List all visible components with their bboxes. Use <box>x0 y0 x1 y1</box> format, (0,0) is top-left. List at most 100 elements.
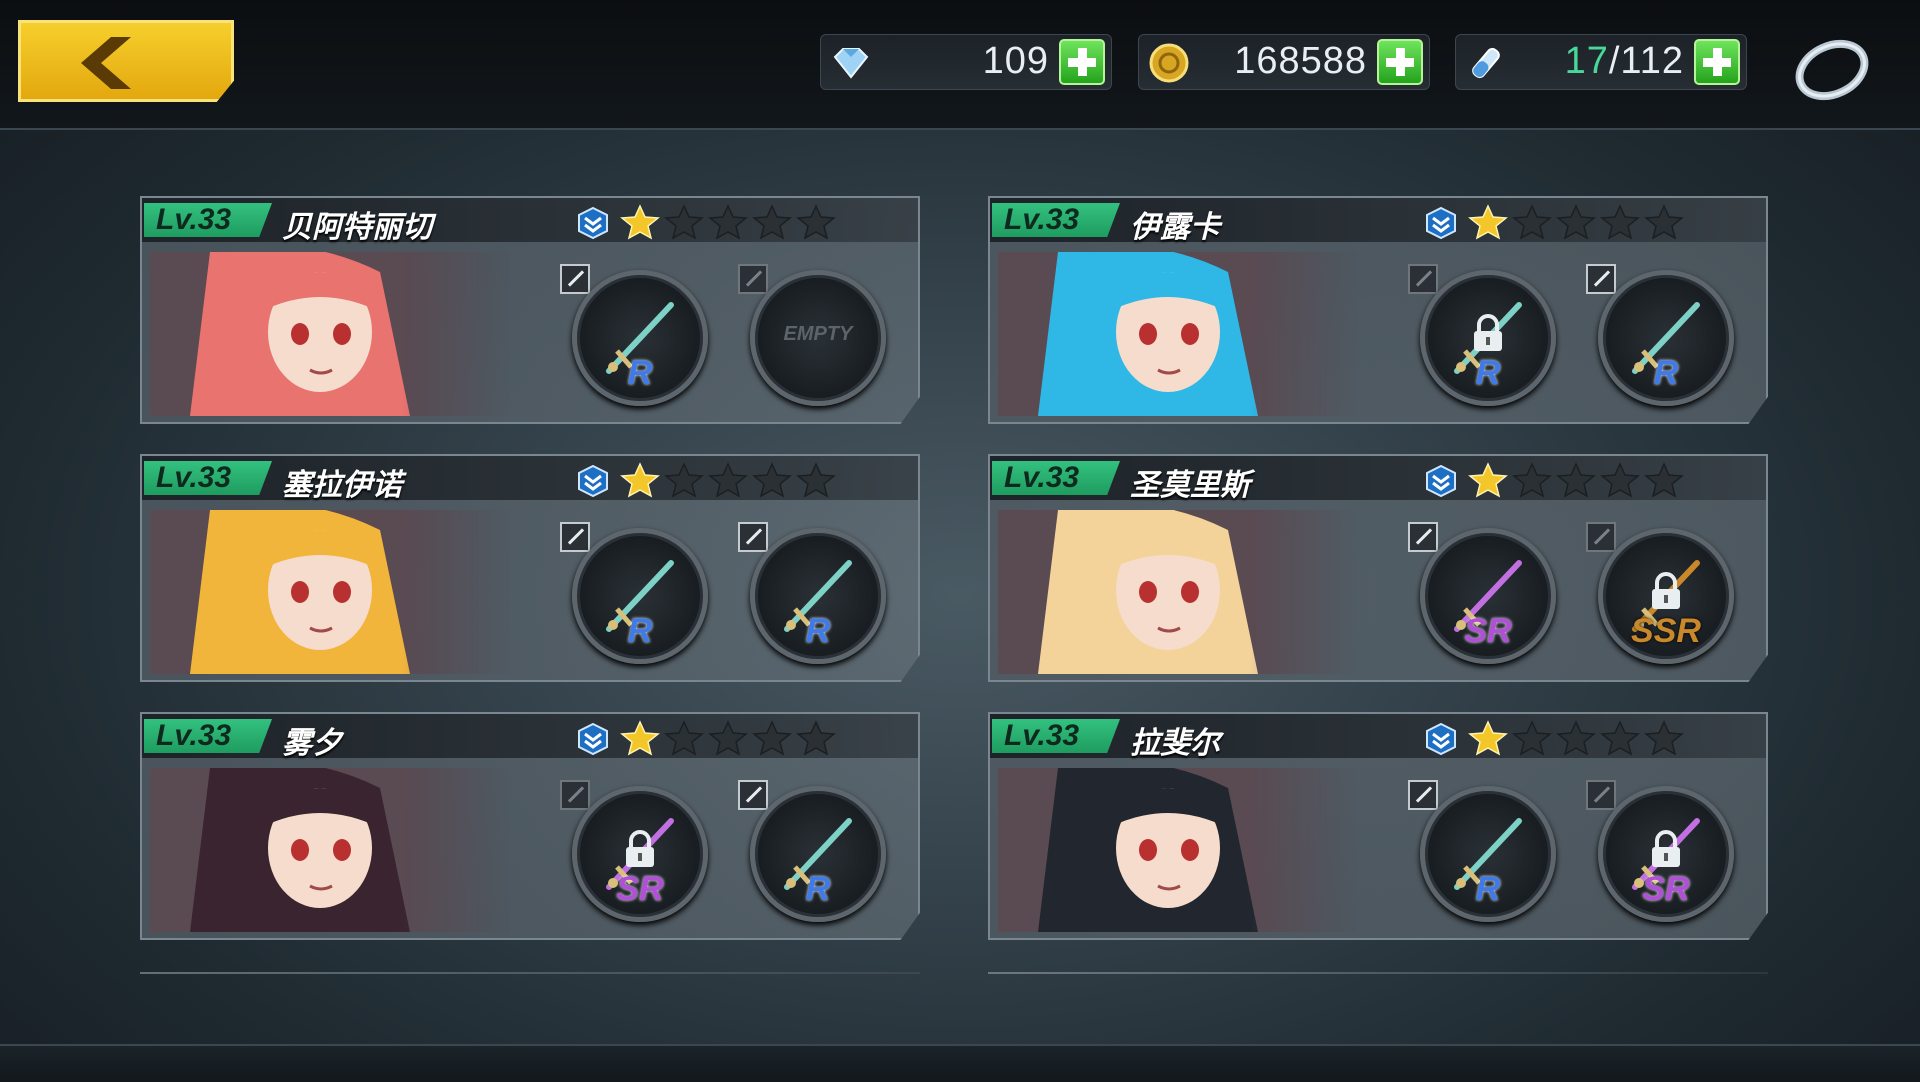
edit-slot-icon[interactable] <box>560 264 590 294</box>
card-header: Lv.33 拉斐尔 <box>990 714 1766 760</box>
lock-icon <box>626 830 654 867</box>
character-portrait[interactable] <box>998 768 1358 932</box>
star-empty-icon <box>708 720 748 756</box>
character-card[interactable]: Lv.33 拉斐尔 R SR <box>988 712 1768 940</box>
rank-chevron-icon[interactable] <box>1424 464 1458 498</box>
weapon-slot[interactable]: R <box>750 528 886 664</box>
edit-slot-icon[interactable] <box>738 522 768 552</box>
edit-slot-icon[interactable] <box>738 780 768 810</box>
level-badge: Lv.33 <box>992 203 1120 237</box>
weapon-slot[interactable]: SR <box>572 786 708 922</box>
character-name: 圣莫里斯 <box>1130 469 1250 502</box>
add-diamond-button[interactable] <box>1059 39 1105 85</box>
star-filled-icon <box>1468 462 1508 498</box>
weapon-slot[interactable]: EMPTY <box>750 270 886 406</box>
level-badge: Lv.33 <box>992 461 1120 495</box>
weapon-slot[interactable]: R <box>1598 270 1734 406</box>
character-portrait[interactable] <box>150 510 510 674</box>
edit-slot-icon[interactable] <box>1408 264 1438 294</box>
weapon-slot[interactable]: R <box>1420 270 1556 406</box>
edit-slot-icon[interactable] <box>1586 522 1616 552</box>
star-empty-icon <box>752 204 792 240</box>
gold-coin-icon <box>1149 43 1189 83</box>
character-portrait[interactable] <box>150 252 510 416</box>
rank-chevron-icon[interactable] <box>1424 722 1458 756</box>
rank-chevron-icon[interactable] <box>1424 206 1458 240</box>
ring-icon[interactable] <box>1790 26 1874 106</box>
rarity-label: R <box>627 354 653 392</box>
weapon-slot[interactable]: R <box>572 528 708 664</box>
star-rating <box>1468 462 1684 498</box>
rarity-label: SSR <box>1631 612 1701 650</box>
star-filled-icon <box>1468 720 1508 756</box>
character-name: 雾夕 <box>282 727 342 760</box>
character-name: 塞拉伊诺 <box>282 469 402 502</box>
rank-chevron-icon[interactable] <box>576 206 610 240</box>
star-empty-icon <box>708 462 748 498</box>
edit-slot-icon[interactable] <box>1408 780 1438 810</box>
star-rating <box>620 720 836 756</box>
character-card[interactable]: Lv.33 塞拉伊诺 R R <box>140 454 920 682</box>
star-filled-icon <box>620 204 660 240</box>
star-filled-icon <box>1468 204 1508 240</box>
divider <box>988 972 1768 974</box>
back-button[interactable] <box>18 20 234 102</box>
star-empty-icon <box>1556 204 1596 240</box>
rank-chevron-icon[interactable] <box>576 464 610 498</box>
star-empty-icon <box>796 204 836 240</box>
character-card[interactable]: Lv.33 圣莫里斯 SR SSR <box>988 454 1768 682</box>
empty-slot-label: EMPTY <box>783 323 853 345</box>
edit-slot-icon[interactable] <box>1586 780 1616 810</box>
star-empty-icon <box>1644 204 1684 240</box>
star-empty-icon <box>1600 720 1640 756</box>
stamina-max: /112 <box>1608 40 1684 82</box>
character-card[interactable]: Lv.33 伊露卡 R R <box>988 196 1768 424</box>
character-portrait[interactable] <box>998 510 1358 674</box>
star-empty-icon <box>752 720 792 756</box>
star-empty-icon <box>1600 462 1640 498</box>
potion-vial-icon <box>1472 47 1500 79</box>
add-stamina-button[interactable] <box>1694 39 1740 85</box>
edit-slot-icon[interactable] <box>738 264 768 294</box>
star-empty-icon <box>664 204 704 240</box>
star-empty-icon <box>1600 204 1640 240</box>
star-empty-icon <box>1512 462 1552 498</box>
edit-slot-icon[interactable] <box>560 522 590 552</box>
level-badge: Lv.33 <box>144 719 272 753</box>
weapon-slot[interactable]: R <box>750 786 886 922</box>
star-empty-icon <box>1644 462 1684 498</box>
bottom-bar <box>0 1044 1920 1082</box>
character-card[interactable]: Lv.33 雾夕 SR R <box>140 712 920 940</box>
lock-icon <box>1474 314 1502 351</box>
card-header: Lv.33 塞拉伊诺 <box>142 456 918 502</box>
star-rating <box>620 462 836 498</box>
rarity-label: R <box>805 612 831 650</box>
add-gold-button[interactable] <box>1377 39 1423 85</box>
edit-slot-icon[interactable] <box>1586 264 1616 294</box>
chevron-left-icon <box>81 37 131 89</box>
weapon-slot[interactable]: SR <box>1420 528 1556 664</box>
star-empty-icon <box>664 720 704 756</box>
level-badge: Lv.33 <box>992 719 1120 753</box>
character-portrait[interactable] <box>150 768 510 932</box>
character-name: 伊露卡 <box>1130 211 1220 244</box>
stamina-counter: 17/112 <box>1455 34 1747 90</box>
star-empty-icon <box>1644 720 1684 756</box>
edit-slot-icon[interactable] <box>560 780 590 810</box>
star-empty-icon <box>796 462 836 498</box>
weapon-slot[interactable]: SR <box>1598 786 1734 922</box>
edit-slot-icon[interactable] <box>1408 522 1438 552</box>
rarity-label: R <box>1653 354 1679 392</box>
weapon-slot[interactable]: R <box>1420 786 1556 922</box>
character-card[interactable]: Lv.33 贝阿特丽切 R EMPTY <box>140 196 920 424</box>
diamond-counter: 109 <box>820 34 1112 90</box>
star-filled-icon <box>620 462 660 498</box>
star-empty-icon <box>1556 720 1596 756</box>
weapon-slot[interactable]: SSR <box>1598 528 1734 664</box>
rank-chevron-icon[interactable] <box>576 722 610 756</box>
card-header: Lv.33 贝阿特丽切 <box>142 198 918 244</box>
character-portrait[interactable] <box>998 252 1358 416</box>
weapon-slot[interactable]: R <box>572 270 708 406</box>
star-empty-icon <box>796 720 836 756</box>
level-badge: Lv.33 <box>144 203 272 237</box>
